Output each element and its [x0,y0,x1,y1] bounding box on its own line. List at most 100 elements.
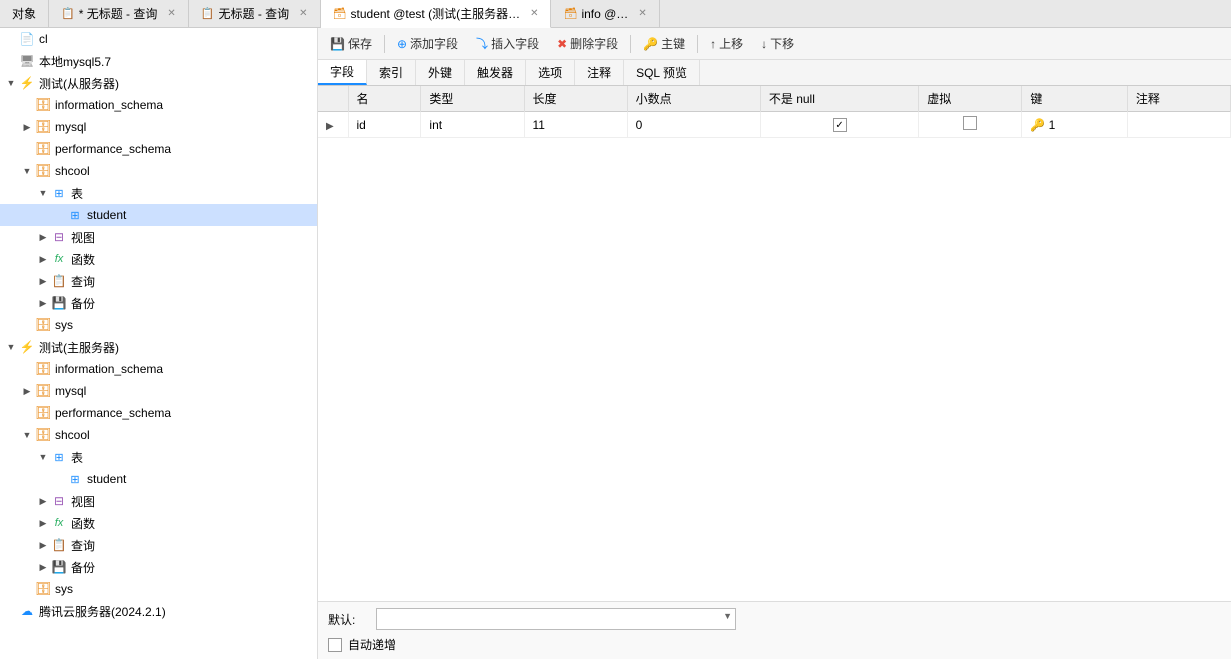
row-length-cell[interactable]: 11 [524,112,627,138]
tab-student[interactable]: 🗃 student @test (测试(主服务器… ✕ [321,0,552,28]
sidebar-label-funcs1: 函数 [71,251,313,268]
tab-query1-close[interactable]: ✕ [167,8,175,19]
row-comment-cell[interactable] [1127,112,1230,138]
tab-info-close[interactable]: ✕ [638,8,646,19]
table-icon: ⊞ [66,473,84,486]
sidebar-item-shcool2[interactable]: ▼ 🗄 shcool [0,424,317,446]
row-virtual-cell[interactable] [919,112,1022,138]
sidebar-item-mysql1[interactable]: ▶ 🗄 mysql [0,116,317,138]
row-decimal-cell[interactable]: 0 [627,112,760,138]
sub-tab-triggers[interactable]: 触发器 [465,60,526,85]
default-label: 默认: [328,611,368,628]
sidebar-item-student2[interactable]: ⊞ student [0,468,317,490]
sidebar-item-sys1[interactable]: 🗄 sys [0,314,317,336]
sidebar-item-local-mysql[interactable]: 🖥 本地mysql5.7 [0,50,317,72]
col-length-header: 长度 [524,86,627,112]
row-name-cell[interactable]: id [348,112,421,138]
sub-tab-indexes[interactable]: 索引 [367,60,416,85]
move-up-label: 上移 [719,35,743,52]
sub-tab-options[interactable]: 选项 [526,60,575,85]
tab-info[interactable]: 🗃 info @… ✕ [551,0,659,27]
sidebar-item-performance-schema2[interactable]: 🗄 performance_schema [0,402,317,424]
sidebar-item-test-master[interactable]: ▼ ⚡ 测试(主服务器) [0,336,317,358]
toggle-queries2: ▶ [36,540,50,551]
tab-query2-close[interactable]: ✕ [299,8,307,19]
sidebar-item-backups2[interactable]: ▶ 💾 备份 [0,556,317,578]
sidebar-item-student1[interactable]: ⊞ student [0,204,317,226]
insert-field-button[interactable]: ⤵ 插入字段 [470,33,545,54]
sidebar-label-mysql2: mysql [55,384,313,398]
sidebar-item-information-schema1[interactable]: 🗄 information_schema [0,94,317,116]
move-up-button[interactable]: ↑ 上移 [704,33,749,54]
save-button[interactable]: 💾 保存 [324,33,378,54]
sidebar-item-tables1[interactable]: ▼ ⊞ 表 [0,182,317,204]
sidebar-item-information-schema2[interactable]: 🗄 information_schema [0,358,317,380]
table-row[interactable]: ▶ id int 11 0 [318,112,1231,138]
sub-tab-triggers-label: 触发器 [477,64,513,81]
db-icon: 🗄 [34,361,52,377]
sidebar-item-test-slave[interactable]: ▼ ⚡ 测试(从服务器) [0,72,317,94]
sidebar-item-views1[interactable]: ▶ ⊟ 视图 [0,226,317,248]
row-notnull-cell[interactable]: ✓ [760,112,918,138]
sidebar-item-funcs2[interactable]: ▶ fx 函数 [0,512,317,534]
db-icon: 🗄 [34,119,52,135]
sidebar-item-backups1[interactable]: ▶ 💾 备份 [0,292,317,314]
col-notnull-header: 不是 null [760,86,918,112]
col-name-header: 名 [348,86,421,112]
sidebar-item-sys2[interactable]: 🗄 sys [0,578,317,600]
sidebar-item-funcs1[interactable]: ▶ fx 函数 [0,248,317,270]
sidebar-label-student2: student [87,472,313,486]
move-down-icon: ↓ [761,37,767,51]
row-key-cell: 🔑 1 [1022,112,1128,138]
autoincrement-checkbox[interactable] [328,638,342,652]
sidebar-item-tencent[interactable]: ☁ 腾讯云服务器(2024.2.1) [0,600,317,622]
toggle-test-slave: ▼ [4,78,18,88]
tab-object[interactable]: 对象 [0,0,49,27]
tab-student-close[interactable]: ✕ [530,8,538,19]
sub-tab-sql-preview[interactable]: SQL 预览 [624,60,700,85]
tab-query2[interactable]: 📋 无标题 - 查询 ✕ [189,0,321,27]
toggle-tables2: ▼ [36,452,50,462]
move-down-label: 下移 [770,35,794,52]
col-virtual-header: 虚拟 [919,86,1022,112]
sidebar-item-views2[interactable]: ▶ ⊟ 视图 [0,490,317,512]
db-icon: 🗄 [34,581,52,597]
sub-tab-fields[interactable]: 字段 [318,60,367,85]
add-field-icon: ⊕ [397,37,407,51]
query-icon: 📋 [50,538,68,552]
sidebar-item-queries1[interactable]: ▶ 📋 查询 [0,270,317,292]
virtual-checkbox[interactable] [963,116,977,130]
sidebar-item-mysql2[interactable]: ▶ 🗄 mysql [0,380,317,402]
sub-tab-foreign[interactable]: 外键 [416,60,465,85]
move-down-button[interactable]: ↓ 下移 [755,33,800,54]
delete-field-button[interactable]: ✖ 删除字段 [551,33,624,54]
func-icon: fx [50,517,68,529]
sidebar-label-cl: cl [39,32,313,46]
table-area: 名 类型 长度 小数点 不是 null [318,86,1231,601]
sidebar-label-sys2: sys [55,582,313,596]
sidebar-label-performance-schema1: performance_schema [55,142,313,156]
save-label: 保存 [348,35,372,52]
toolbar-sep1 [384,35,385,53]
table-group-icon: ⊞ [50,451,68,464]
sidebar-item-performance-schema1[interactable]: 🗄 performance_schema [0,138,317,160]
sidebar-item-queries2[interactable]: ▶ 📋 查询 [0,534,317,556]
sidebar-item-shcool1[interactable]: ▼ 🗄 shcool [0,160,317,182]
sub-tab-comment-label: 注释 [587,64,611,81]
row-type-cell[interactable]: int [421,112,524,138]
row-arrow-cell: ▶ [318,112,348,138]
view-icon: ⊟ [50,230,68,244]
sub-tab-comment[interactable]: 注释 [575,60,624,85]
sidebar-item-tables2[interactable]: ▼ ⊞ 表 [0,446,317,468]
field-table: 名 类型 长度 小数点 不是 null [318,86,1231,138]
add-field-button[interactable]: ⊕ 添加字段 [391,33,464,54]
tab-info-label: info @… [581,7,628,21]
not-null-checkbox[interactable]: ✓ [833,118,847,132]
sub-tab-options-label: 选项 [538,64,562,81]
sidebar-label-student1: student [87,208,313,222]
default-select[interactable] [376,608,736,630]
sidebar-item-cl[interactable]: 📄 cl [0,28,317,50]
col-key-header: 键 [1022,86,1128,112]
primary-key-button[interactable]: 🔑 主键 [637,33,691,54]
tab-query1[interactable]: 📋 * 无标题 - 查询 ✕ [49,0,189,27]
